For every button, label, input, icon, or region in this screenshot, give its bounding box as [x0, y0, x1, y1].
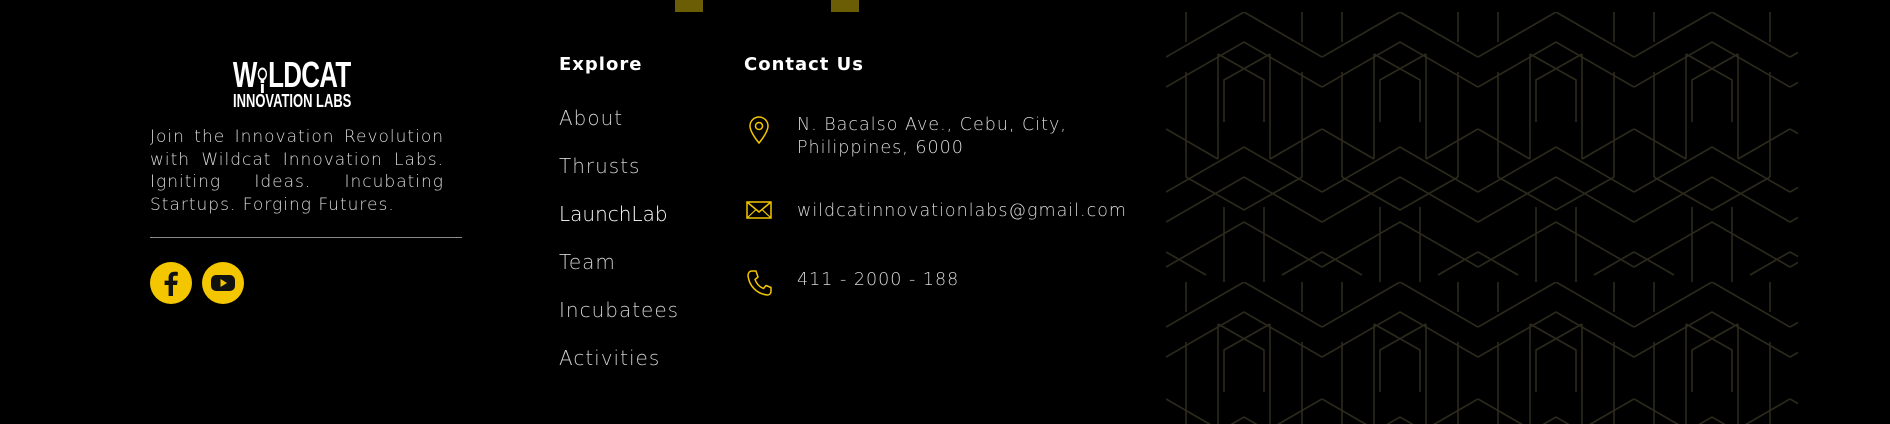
address-line-2: Philippines, 6000: [797, 138, 964, 158]
explore-link-incubatees[interactable]: Incubatees: [559, 298, 679, 346]
contact-phone: 411 - 2000 - 188: [744, 269, 958, 297]
footer-brand: W LDCAT INNOVATION LABS Join the Innovat…: [150, 57, 462, 304]
explore-section: Explore About Thrusts LaunchLab Team Inc…: [559, 55, 679, 394]
footer-tagline: Join the Innovation Revolution with Wild…: [150, 127, 444, 215]
social-links: [150, 262, 462, 304]
footer-divider: [150, 237, 462, 238]
address-line-1: N. Bacalso Ave., Cebu, City,: [797, 115, 1067, 135]
top-accent-block: [831, 0, 859, 12]
address-text: N. Bacalso Ave., Cebu, City, Philippines…: [797, 114, 1067, 160]
location-pin-icon: [744, 115, 774, 145]
logo-letter-w: W: [233, 54, 257, 95]
youtube-link[interactable]: [202, 262, 244, 304]
envelope-icon: [744, 200, 774, 220]
explore-link-activities[interactable]: Activities: [559, 346, 679, 394]
geometric-pattern-graphic: [1166, 12, 1798, 424]
youtube-icon: [211, 275, 235, 291]
explore-heading: Explore: [559, 54, 643, 75]
contact-address: N. Bacalso Ave., Cebu, City, Philippines…: [744, 115, 1066, 158]
phone-icon: [744, 269, 774, 297]
logo-wordmark: W LDCAT: [233, 54, 352, 95]
top-accent-block: [675, 0, 703, 12]
email-link[interactable]: wildcatinnovationlabs@gmail.com: [797, 200, 1127, 223]
facebook-link[interactable]: [150, 262, 192, 304]
explore-link-about[interactable]: About: [559, 106, 679, 154]
logo-letters-ldcat: LDCAT: [268, 54, 351, 95]
explore-nav: About Thrusts LaunchLab Team Incubatees …: [559, 106, 679, 394]
contact-heading: Contact Us: [744, 54, 865, 75]
contact-email: wildcatinnovationlabs@gmail.com: [744, 200, 1126, 221]
explore-link-thrusts[interactable]: Thrusts: [559, 154, 679, 202]
contact-section: Contact Us N. Bacalso Ave., Cebu, City, …: [744, 54, 1126, 296]
explore-link-launchlab[interactable]: LaunchLab: [559, 202, 679, 250]
explore-link-team[interactable]: Team: [559, 250, 679, 298]
phone-link[interactable]: 411 - 2000 - 188: [797, 269, 959, 292]
decorative-pattern: [1166, 12, 1798, 424]
lightbulb-icon: [258, 64, 268, 93]
logo-subtitle: INNOVATION LABS: [232, 91, 352, 111]
facebook-icon: [164, 271, 178, 296]
wildcat-logo[interactable]: W LDCAT INNOVATION LABS: [136, 54, 448, 111]
